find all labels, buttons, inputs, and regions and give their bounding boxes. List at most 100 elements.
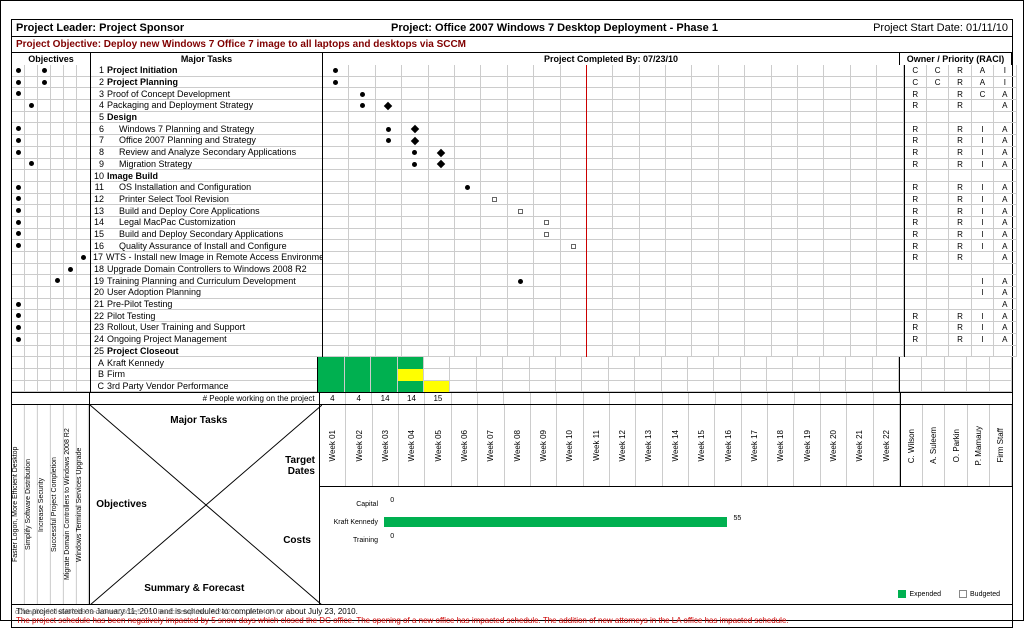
- gantt-row: [323, 65, 904, 77]
- raci-row: RRIA: [905, 147, 1017, 159]
- obj-row: [12, 88, 90, 100]
- gantt-row: [323, 182, 904, 194]
- expended-swatch: [898, 590, 906, 598]
- raci-row: RRIA: [905, 159, 1017, 171]
- gantt-row: [323, 194, 904, 206]
- gantt-row: [323, 310, 904, 322]
- week-label: Week 18: [768, 405, 794, 486]
- raci-row: RRIA: [905, 334, 1017, 346]
- column-headers: Objectives Major Tasks Project Completed…: [11, 53, 1013, 65]
- week-label: Week 03: [373, 405, 399, 486]
- task-row: 8Review and Analyze Secondary Applicatio…: [91, 147, 322, 159]
- project-leader: Project Leader: Project Sponsor: [16, 22, 251, 34]
- task-row: 20User Adoption Planning: [91, 287, 322, 299]
- task-row: 5Design: [91, 112, 322, 124]
- people-row: # People working on the project 44141415: [11, 393, 1013, 405]
- task-row: 21Pre-Pilot Testing: [91, 299, 322, 311]
- gantt-row: [323, 217, 904, 229]
- gantt-row: [323, 252, 904, 264]
- obj-row: [12, 205, 90, 217]
- gantt-row: [323, 147, 904, 159]
- legend-raci: [900, 357, 1012, 392]
- objective-label: Successful Project Completion: [51, 405, 64, 604]
- objective-label: Migrate Domain Controllers to Windows 20…: [64, 405, 77, 604]
- raci-row: IA: [905, 275, 1017, 287]
- week-label: Week 20: [821, 405, 847, 486]
- raci-row: IA: [905, 287, 1017, 299]
- obj-row: [12, 240, 90, 252]
- gantt-row: [323, 346, 904, 358]
- raci-row: RRA: [905, 252, 1017, 264]
- gantt-row: [323, 229, 904, 241]
- obj-row: [12, 100, 90, 112]
- raci-row: CCRAI: [905, 77, 1017, 89]
- obj-row: [12, 334, 90, 346]
- gantt-row: [323, 322, 904, 334]
- raci-row: RRIA: [905, 194, 1017, 206]
- cost-bar-row: Capital0: [324, 495, 1008, 513]
- header-tasks: Major Tasks: [91, 53, 323, 65]
- gantt-row: [323, 205, 904, 217]
- obj-row: [12, 252, 90, 264]
- task-row: 6Windows 7 Planning and Strategy: [91, 123, 322, 135]
- week-label: Week 09: [531, 405, 557, 486]
- task-row: 18Upgrade Domain Controllers to Windows …: [91, 264, 322, 276]
- calendar-column: [323, 65, 905, 357]
- raci-row: RRIA: [905, 229, 1017, 241]
- legend-block: AKraft KennedyBFirmC3rd Party Vendor Per…: [11, 357, 1013, 393]
- task-row: 15Build and Deploy Secondary Application…: [91, 229, 322, 241]
- raci-row: CCRAI: [905, 65, 1017, 77]
- main-grid: 1Project Initiation2Project Planning3Pro…: [11, 65, 1013, 357]
- project-report: Project Leader: Project Sponsor Project:…: [0, 0, 1024, 621]
- week-label: Week 04: [399, 405, 425, 486]
- task-row: 12Printer Select Tool Revision: [91, 194, 322, 206]
- gantt-row: [323, 100, 904, 112]
- raci-row: [905, 170, 1017, 182]
- gantt-row: [323, 240, 904, 252]
- gantt-row: [323, 275, 904, 287]
- project-objective: Project Objective: Deploy new Windows 7 …: [11, 36, 1013, 53]
- task-row: 2Project Planning: [91, 77, 322, 89]
- obj-row: [12, 194, 90, 206]
- week-label: Week 14: [663, 405, 689, 486]
- objectives-column: [12, 65, 91, 357]
- week-label: Week 13: [636, 405, 662, 486]
- legend-obj: [12, 357, 91, 392]
- objective-label: Faster Logon, More Efficient Desktop: [12, 405, 25, 604]
- x-diagram: Major Tasks Target Dates Objectives Cost…: [90, 405, 320, 604]
- owner-label: A. Suleem: [923, 405, 945, 486]
- gantt-row: [323, 135, 904, 147]
- raci-row: [905, 264, 1017, 276]
- task-row: 13Build and Deploy Core Applications: [91, 205, 322, 217]
- header-bar: Project Leader: Project Sponsor Project:…: [11, 19, 1013, 36]
- footer-text: c0fea9b-cded-4486-b899-ca6ce903c7e5.xls …: [15, 609, 278, 616]
- gantt-row: [323, 77, 904, 89]
- gantt-row: [323, 170, 904, 182]
- lbl-target-dates: Target Dates: [265, 455, 315, 477]
- task-row: 11OS Installation and Configuration: [91, 182, 322, 194]
- obj-row: [12, 264, 90, 276]
- task-row: 22Pilot Testing: [91, 310, 322, 322]
- people-label: # People working on the project: [90, 393, 320, 405]
- week-label: Week 21: [847, 405, 873, 486]
- task-row: 16Quality Assurance of Install and Confi…: [91, 240, 322, 252]
- week-label: Week 06: [452, 405, 478, 486]
- task-row: 14Legal MacPac Customization: [91, 217, 322, 229]
- project-start-date: Project Start Date: 01/11/10: [818, 22, 1008, 34]
- gantt-row: [323, 112, 904, 124]
- gantt-row: [323, 334, 904, 346]
- task-row: 1Project Initiation: [91, 65, 322, 77]
- cost-chart: Capital0Kraft Kennedy55Training0 Expende…: [320, 487, 1012, 604]
- raci-row: [905, 112, 1017, 124]
- cost-legend: Expended Budgeted: [898, 590, 1000, 598]
- bottom-section: Faster Logon, More Efficient DesktopSimp…: [11, 405, 1013, 605]
- week-label: Week 16: [715, 405, 741, 486]
- owner-label: O. Parkin: [945, 405, 967, 486]
- obj-row: [12, 275, 90, 287]
- raci-row: [905, 346, 1017, 358]
- objective-label: Windows Terminal Services Upgrade: [76, 405, 89, 604]
- task-row: 24Ongoing Project Management: [91, 334, 322, 346]
- gantt-row: [323, 287, 904, 299]
- obj-row: [12, 217, 90, 229]
- header-raci: Owner / Priority (RACI): [900, 53, 1012, 65]
